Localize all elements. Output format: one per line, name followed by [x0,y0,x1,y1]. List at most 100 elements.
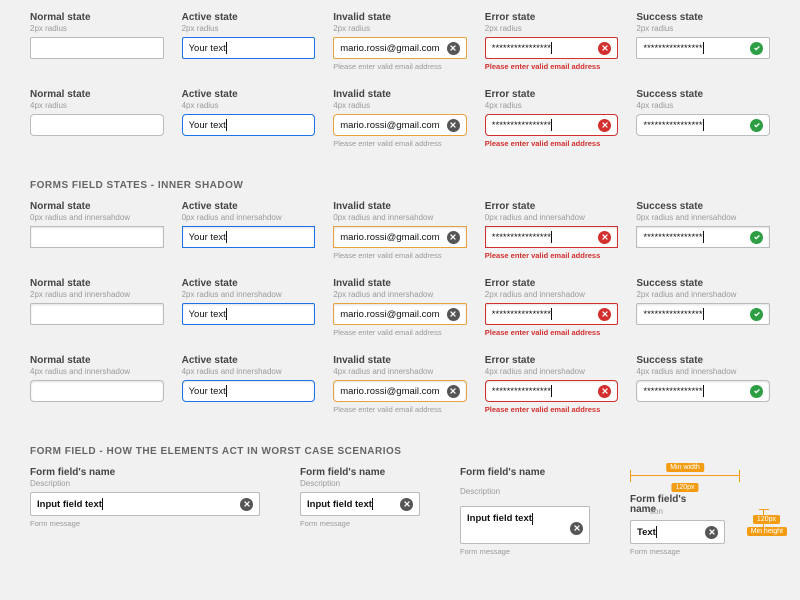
cell-success-r2: Success state 2px radius ***************… [636,12,770,71]
input-field[interactable]: Input field text [30,492,260,516]
worst-case-wide: Form field's name Description Input fiel… [30,467,260,556]
input-normal[interactable] [30,226,164,248]
error-icon [598,385,611,398]
success-icon [750,42,763,55]
state-title: Success state [636,12,770,23]
error-icon [598,308,611,321]
input-active[interactable]: Your text [182,114,316,136]
dim-min-width-label: Min width [666,463,704,472]
clear-icon[interactable] [400,498,413,511]
input-normal[interactable] [30,114,164,136]
state-sub: 4px radius [636,101,770,110]
input-field[interactable]: Input field text [460,506,590,544]
field-message: Form message [630,547,740,556]
clear-icon[interactable] [447,119,460,132]
field-message: Form message [300,519,420,528]
section-heading-inner-shadow: FORMS FIELD STATES - INNER SHADOW [30,180,770,191]
cell-error-r2: Error state 2px radius **************** … [485,12,619,71]
input-invalid[interactable]: mario.rossi@gmail.com [333,226,467,248]
dim-width-ruler [630,475,740,476]
cell-success-r4: Success state 4px radius ***************… [636,89,770,148]
input-active[interactable]: Your text [182,226,316,248]
input-value: Input field text [467,513,532,524]
input-value: Input field text [37,499,102,510]
cell-active-r4: Active state 4px radius Your text [182,89,316,148]
clear-icon[interactable] [447,308,460,321]
text-cursor [551,119,552,131]
input-value: Text [637,527,656,538]
clear-icon[interactable] [447,42,460,55]
input-field[interactable]: Input field text [300,492,420,516]
input-invalid[interactable]: mario.rossi@gmail.com [333,114,467,136]
clear-icon[interactable] [570,522,583,535]
input-error[interactable]: **************** [485,303,619,325]
input-value: **************** [492,120,551,131]
clear-icon[interactable] [705,526,718,539]
input-value: **************** [643,120,702,131]
worst-case-narrow: Form field's name Description Input fiel… [300,467,420,556]
dim-pill-value: 120px [753,515,780,524]
input-active[interactable]: Your text [182,303,316,325]
clear-icon[interactable] [240,498,253,511]
state-sub: 4px radius [182,101,316,110]
input-value: Input field text [307,499,372,510]
state-sub: 2px radius [636,24,770,33]
input-normal[interactable] [30,303,164,325]
field-message: Form message [30,519,260,528]
input-success[interactable]: **************** [636,114,770,136]
field-message: Please enter valid email address [333,62,467,71]
input-normal[interactable] [30,37,164,59]
success-icon [750,119,763,132]
text-cursor [551,42,552,54]
input-invalid[interactable]: mario.rossi@gmail.com [333,37,467,59]
input-field[interactable]: Text [630,520,725,544]
input-invalid[interactable]: mario.rossi@gmail.com [333,380,467,402]
field-description: Description [460,487,590,496]
clear-icon[interactable] [447,385,460,398]
text-cursor [372,498,373,510]
field-message: Form message [460,547,590,556]
input-success[interactable]: **************** [636,37,770,59]
input-success[interactable]: **************** [636,380,770,402]
input-invalid[interactable]: mario.rossi@gmail.com [333,303,467,325]
field-description-overlap: tion [650,507,740,516]
input-value: **************** [643,43,702,54]
dim-min-width-value: 120px [671,483,698,492]
text-cursor [703,42,704,54]
cell-error-r4: Error state 4px radius **************** … [485,89,619,148]
state-sub: 2px radius [485,24,619,33]
error-icon [598,119,611,132]
field-description: Description [30,479,260,488]
field-description: Description [300,479,420,488]
state-title: Active state [182,89,316,100]
input-value: mario.rossi@gmail.com [340,43,439,54]
cell-normal-r2: Normal state 2px radius [30,12,164,71]
state-title: Error state [485,12,619,23]
clear-icon[interactable] [447,231,460,244]
state-sub: 4px radius [485,101,619,110]
state-title: Invalid state [333,89,467,100]
error-icon [598,42,611,55]
text-cursor [226,42,227,54]
state-title: Success state [636,89,770,100]
field-message: Please enter valid email address [485,139,619,148]
input-error[interactable]: **************** [485,380,619,402]
input-normal[interactable] [30,380,164,402]
error-icon [598,231,611,244]
state-sub: 4px radius [333,101,467,110]
text-cursor [226,119,227,131]
input-active[interactable]: Your text [182,380,316,402]
state-title: Invalid state [333,12,467,23]
input-error[interactable]: **************** [485,114,619,136]
input-active[interactable]: Your text [182,37,316,59]
field-message: Please enter valid email address [485,62,619,71]
text-cursor [532,513,533,525]
input-error[interactable]: **************** [485,226,619,248]
state-sub: 2px radius [30,24,164,33]
worst-case-tall: Form field's name Description Input fiel… [460,467,590,556]
cell-active-r2: Active state 2px radius Your text [182,12,316,71]
input-error[interactable]: **************** [485,37,619,59]
state-sub: 2px radius [333,24,467,33]
input-success[interactable]: **************** [636,226,770,248]
input-success[interactable]: **************** [636,303,770,325]
